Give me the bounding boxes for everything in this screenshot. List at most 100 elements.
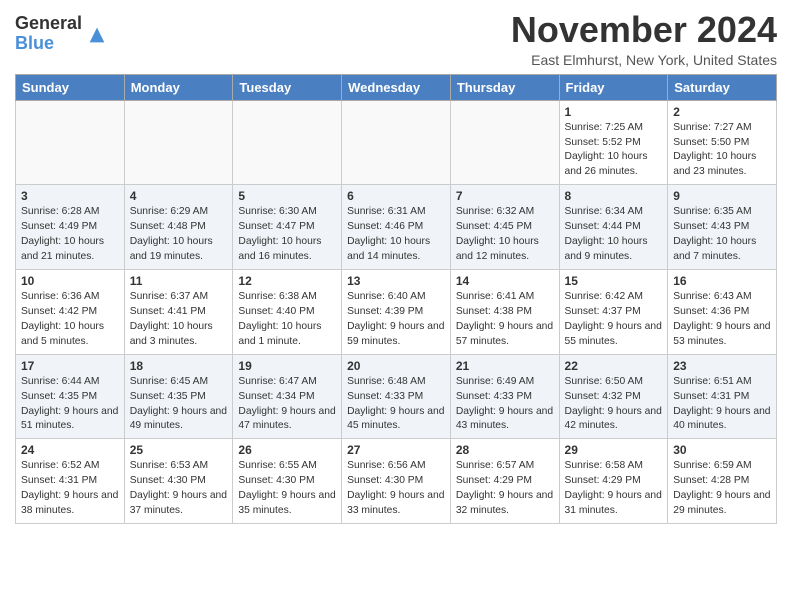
calendar-week-row: 10 Sunrise: 6:36 AM Sunset: 4:42 PM Dayli…: [16, 269, 777, 354]
day-info: Sunrise: 6:55 AM Sunset: 4:30 PM Dayligh…: [238, 459, 336, 519]
day-info: Sunrise: 6:42 AM Sunset: 4:37 PM Dayligh…: [565, 290, 663, 350]
calendar-cell: 12 Sunrise: 6:38 AM Sunset: 4:40 PM Dayli…: [233, 269, 342, 354]
day-number: 19: [238, 359, 336, 373]
day-number: 16: [673, 274, 771, 288]
calendar-cell: 26 Sunrise: 6:55 AM Sunset: 4:30 PM Dayli…: [233, 439, 342, 524]
day-number: 2: [673, 105, 771, 119]
day-number: 25: [130, 443, 228, 457]
day-info: Sunrise: 7:25 AM Sunset: 5:52 PM Dayligh…: [565, 121, 663, 181]
day-number: 14: [456, 274, 554, 288]
day-info: Sunrise: 7:27 AM Sunset: 5:50 PM Dayligh…: [673, 121, 771, 181]
day-info: Sunrise: 6:28 AM Sunset: 4:49 PM Dayligh…: [21, 205, 119, 265]
calendar-cell: 3 Sunrise: 6:28 AM Sunset: 4:49 PM Daylig…: [16, 185, 125, 270]
day-info: Sunrise: 6:41 AM Sunset: 4:38 PM Dayligh…: [456, 290, 554, 350]
calendar-cell: [16, 100, 125, 185]
col-header-tuesday: Tuesday: [233, 74, 342, 100]
col-header-thursday: Thursday: [450, 74, 559, 100]
day-number: 20: [347, 359, 445, 373]
calendar-cell: 7 Sunrise: 6:32 AM Sunset: 4:45 PM Daylig…: [450, 185, 559, 270]
day-number: 3: [21, 189, 119, 203]
day-number: 11: [130, 274, 228, 288]
calendar-cell: [342, 100, 451, 185]
day-info: Sunrise: 6:51 AM Sunset: 4:31 PM Dayligh…: [673, 375, 771, 435]
calendar-cell: [233, 100, 342, 185]
calendar-cell: 27Sunrise: 6:56 AM Sunset: 4:30 PM Dayli…: [342, 439, 451, 524]
day-number: 28: [456, 443, 554, 457]
calendar-cell: 14 Sunrise: 6:41 AM Sunset: 4:38 PM Dayli…: [450, 269, 559, 354]
calendar-cell: [124, 100, 233, 185]
col-header-sunday: Sunday: [16, 74, 125, 100]
day-info: Sunrise: 6:44 AM Sunset: 4:35 PM Dayligh…: [21, 375, 119, 435]
day-info: Sunrise: 6:58 AM Sunset: 4:29 PM Dayligh…: [565, 459, 663, 519]
calendar-week-row: 24 Sunrise: 6:52 AM Sunset: 4:31 PM Dayli…: [16, 439, 777, 524]
day-info: Sunrise: 6:47 AM Sunset: 4:34 PM Dayligh…: [238, 375, 336, 435]
day-info: Sunrise: 6:30 AM Sunset: 4:47 PM Dayligh…: [238, 205, 336, 265]
day-number: 7: [456, 189, 554, 203]
month-title: November 2024: [511, 10, 777, 50]
logo-general-text: General: [15, 14, 82, 34]
calendar-cell: 25 Sunrise: 6:53 AM Sunset: 4:30 PM Dayli…: [124, 439, 233, 524]
day-info: Sunrise: 6:53 AM Sunset: 4:30 PM Dayligh…: [130, 459, 228, 519]
day-info: Sunrise: 6:45 AM Sunset: 4:35 PM Dayligh…: [130, 375, 228, 435]
day-number: 10: [21, 274, 119, 288]
calendar-table: SundayMondayTuesdayWednesdayThursdayFrid…: [15, 74, 777, 524]
day-info: Sunrise: 6:40 AM Sunset: 4:39 PM Dayligh…: [347, 290, 445, 350]
calendar-cell: 20 Sunrise: 6:48 AM Sunset: 4:33 PM Dayli…: [342, 354, 451, 439]
logo-icon: [86, 24, 108, 46]
calendar-cell: 28 Sunrise: 6:57 AM Sunset: 4:29 PM Dayli…: [450, 439, 559, 524]
calendar-cell: 2 Sunrise: 7:27 AM Sunset: 5:50 PM Daylig…: [668, 100, 777, 185]
day-number: 5: [238, 189, 336, 203]
calendar-cell: 6Sunrise: 6:31 AM Sunset: 4:46 PM Daylig…: [342, 185, 451, 270]
calendar-week-row: 3 Sunrise: 6:28 AM Sunset: 4:49 PM Daylig…: [16, 185, 777, 270]
day-number: 30: [673, 443, 771, 457]
day-number: 27: [347, 443, 445, 457]
calendar-cell: 18 Sunrise: 6:45 AM Sunset: 4:35 PM Dayli…: [124, 354, 233, 439]
calendar-week-row: 17Sunrise: 6:44 AM Sunset: 4:35 PM Dayli…: [16, 354, 777, 439]
day-number: 1: [565, 105, 663, 119]
day-info: Sunrise: 6:36 AM Sunset: 4:42 PM Dayligh…: [21, 290, 119, 350]
day-info: Sunrise: 6:38 AM Sunset: 4:40 PM Dayligh…: [238, 290, 336, 350]
calendar-cell: 9Sunrise: 6:35 AM Sunset: 4:43 PM Daylig…: [668, 185, 777, 270]
calendar-cell: 23 Sunrise: 6:51 AM Sunset: 4:31 PM Dayli…: [668, 354, 777, 439]
day-number: 26: [238, 443, 336, 457]
logo-blue-text: Blue: [15, 34, 82, 54]
calendar-cell: 19 Sunrise: 6:47 AM Sunset: 4:34 PM Dayli…: [233, 354, 342, 439]
day-info: Sunrise: 6:37 AM Sunset: 4:41 PM Dayligh…: [130, 290, 228, 350]
calendar-cell: 29 Sunrise: 6:58 AM Sunset: 4:29 PM Dayli…: [559, 439, 668, 524]
day-number: 13: [347, 274, 445, 288]
calendar-cell: 5 Sunrise: 6:30 AM Sunset: 4:47 PM Daylig…: [233, 185, 342, 270]
calendar-cell: 13 Sunrise: 6:40 AM Sunset: 4:39 PM Dayli…: [342, 269, 451, 354]
calendar-header-row: SundayMondayTuesdayWednesdayThursdayFrid…: [16, 74, 777, 100]
calendar-cell: 8Sunrise: 6:34 AM Sunset: 4:44 PM Daylig…: [559, 185, 668, 270]
day-info: Sunrise: 6:48 AM Sunset: 4:33 PM Dayligh…: [347, 375, 445, 435]
day-number: 23: [673, 359, 771, 373]
day-info: Sunrise: 6:32 AM Sunset: 4:45 PM Dayligh…: [456, 205, 554, 265]
day-number: 29: [565, 443, 663, 457]
day-number: 6: [347, 189, 445, 203]
day-info: Sunrise: 6:57 AM Sunset: 4:29 PM Dayligh…: [456, 459, 554, 519]
day-number: 4: [130, 189, 228, 203]
col-header-saturday: Saturday: [668, 74, 777, 100]
day-number: 12: [238, 274, 336, 288]
day-info: Sunrise: 6:50 AM Sunset: 4:32 PM Dayligh…: [565, 375, 663, 435]
title-block: November 2024 East Elmhurst, New York, U…: [511, 10, 777, 68]
calendar-cell: 22Sunrise: 6:50 AM Sunset: 4:32 PM Dayli…: [559, 354, 668, 439]
calendar-cell: [450, 100, 559, 185]
calendar-cell: 16Sunrise: 6:43 AM Sunset: 4:36 PM Dayli…: [668, 269, 777, 354]
day-number: 9: [673, 189, 771, 203]
col-header-friday: Friday: [559, 74, 668, 100]
day-info: Sunrise: 6:52 AM Sunset: 4:31 PM Dayligh…: [21, 459, 119, 519]
day-number: 15: [565, 274, 663, 288]
calendar-cell: 15 Sunrise: 6:42 AM Sunset: 4:37 PM Dayli…: [559, 269, 668, 354]
day-number: 24: [21, 443, 119, 457]
day-number: 18: [130, 359, 228, 373]
calendar-week-row: 1 Sunrise: 7:25 AM Sunset: 5:52 PM Daylig…: [16, 100, 777, 185]
calendar-cell: 17Sunrise: 6:44 AM Sunset: 4:35 PM Dayli…: [16, 354, 125, 439]
logo: General Blue: [15, 14, 108, 54]
calendar-cell: 24 Sunrise: 6:52 AM Sunset: 4:31 PM Dayli…: [16, 439, 125, 524]
calendar-cell: 30Sunrise: 6:59 AM Sunset: 4:28 PM Dayli…: [668, 439, 777, 524]
day-info: Sunrise: 6:34 AM Sunset: 4:44 PM Dayligh…: [565, 205, 663, 265]
calendar-cell: 21Sunrise: 6:49 AM Sunset: 4:33 PM Dayli…: [450, 354, 559, 439]
col-header-wednesday: Wednesday: [342, 74, 451, 100]
page-header: General Blue November 2024 East Elmhurst…: [15, 10, 777, 68]
